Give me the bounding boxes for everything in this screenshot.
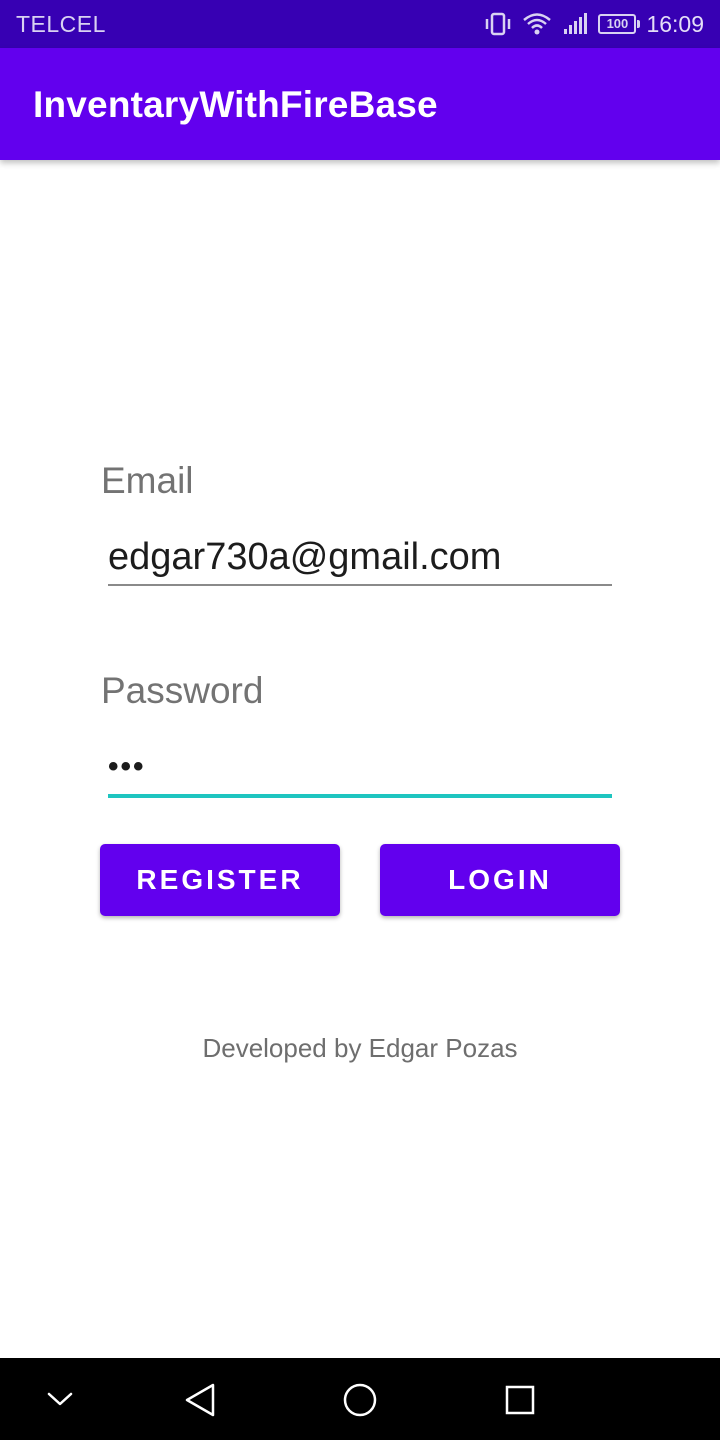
password-label: Password	[101, 670, 264, 711]
status-icons: 100 16:09	[484, 9, 704, 39]
register-button[interactable]: REGISTER	[100, 844, 340, 916]
email-label: Email	[101, 460, 194, 501]
login-screen: TELCEL 100 16:09 InventaryWithFireBase E…	[0, 0, 720, 1440]
clock: 16:09	[646, 11, 704, 37]
battery-icon: 100	[598, 14, 641, 34]
back-icon[interactable]	[178, 1378, 222, 1422]
email-field[interactable]	[108, 530, 612, 586]
home-icon[interactable]	[338, 1378, 382, 1422]
status-bar: TELCEL 100 16:09	[0, 0, 720, 48]
chevron-down-icon[interactable]	[38, 1378, 82, 1422]
wifi-icon	[522, 12, 552, 36]
developer-credit: Developed by Edgar Pozas	[202, 1033, 518, 1063]
vibrate-icon	[484, 12, 512, 36]
navigation-bar	[0, 1358, 720, 1440]
carrier-name: TELCEL	[16, 11, 106, 37]
signal-icon	[562, 12, 588, 36]
login-button[interactable]: LOGIN	[380, 844, 620, 916]
recents-icon[interactable]	[498, 1378, 542, 1422]
app-title: InventaryWithFireBase	[33, 84, 438, 125]
app-bar: InventaryWithFireBase	[0, 48, 720, 160]
password-field[interactable]	[108, 740, 612, 798]
